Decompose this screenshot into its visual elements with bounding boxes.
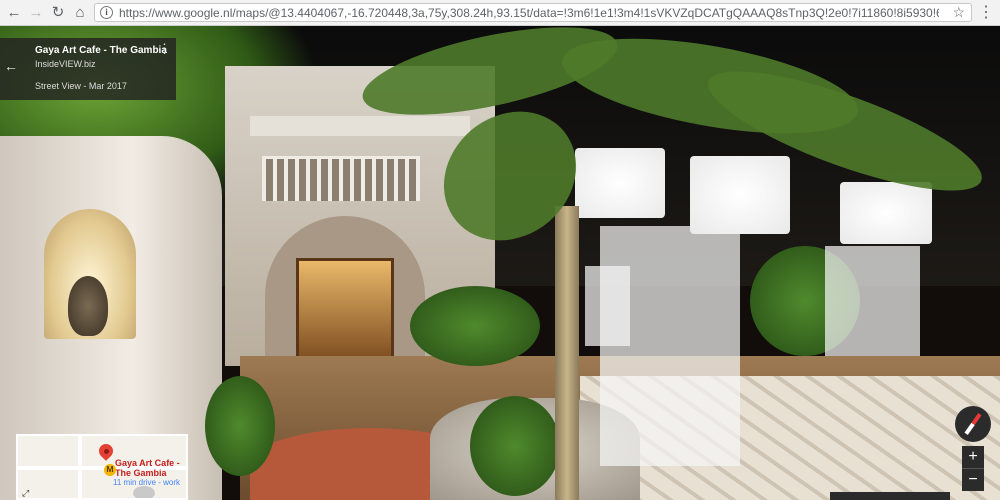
garden-shrub xyxy=(410,286,540,366)
home-icon[interactable]: ⌂ xyxy=(70,3,90,23)
browser-toolbar: ← → ↻ ⌂ i https://www.google.nl/maps/@13… xyxy=(0,0,1000,26)
entrance-door xyxy=(296,258,394,366)
balcony-railing xyxy=(262,156,420,201)
paper-lantern xyxy=(840,182,932,244)
mini-map[interactable]: Gaya Art Cafe - The Gambia M 11 min driv… xyxy=(16,434,188,500)
pegman-icon[interactable]: M xyxy=(104,464,116,476)
paper-lantern xyxy=(690,156,790,234)
sheer-curtain xyxy=(585,266,630,346)
sheer-curtain xyxy=(600,226,740,466)
place-title[interactable]: Gaya Art Cafe - The Gambia xyxy=(35,45,167,56)
place-info-card: ← Gaya Art Cafe - The Gambia InsideVIEW.… xyxy=(0,38,176,100)
map-place-label[interactable]: Gaya Art Cafe - The Gambia xyxy=(115,458,186,478)
bookmark-star-icon[interactable]: ☆ xyxy=(952,4,965,21)
building-upper-wall xyxy=(250,116,470,136)
card-menu-icon[interactable]: ⋮ xyxy=(158,42,171,55)
garden-shrub xyxy=(470,396,560,496)
address-bar[interactable]: i https://www.google.nl/maps/@13.4404067… xyxy=(94,3,972,22)
compass-icon[interactable] xyxy=(955,406,991,442)
back-icon[interactable]: ← xyxy=(4,58,18,74)
bottom-control-bar[interactable] xyxy=(830,492,950,500)
palm-trunk xyxy=(555,206,579,500)
capture-date: Street View - Mar 2017 xyxy=(35,81,127,91)
sheer-curtain xyxy=(825,246,920,356)
zoom-out-button[interactable]: − xyxy=(962,469,984,491)
map-feature xyxy=(133,486,155,498)
compass-needle xyxy=(964,413,982,435)
info-icon[interactable]: i xyxy=(100,6,113,19)
browser-menu-icon[interactable]: ⋮ xyxy=(978,3,994,23)
reload-icon[interactable]: ↻ xyxy=(48,3,68,23)
forward-arrow-icon[interactable]: → xyxy=(26,3,46,23)
expand-map-icon[interactable]: ⤢ xyxy=(22,488,29,498)
photo-author[interactable]: InsideVIEW.biz xyxy=(35,59,96,69)
paper-lantern xyxy=(575,148,665,218)
map-road xyxy=(78,436,82,498)
niche-lamp xyxy=(68,276,108,336)
zoom-in-button[interactable]: + xyxy=(962,446,984,469)
garden-shrub xyxy=(205,376,275,476)
pin-center xyxy=(104,449,109,454)
back-arrow-icon[interactable]: ← xyxy=(4,3,24,23)
url-text[interactable]: https://www.google.nl/maps/@13.4404067,-… xyxy=(119,6,939,20)
